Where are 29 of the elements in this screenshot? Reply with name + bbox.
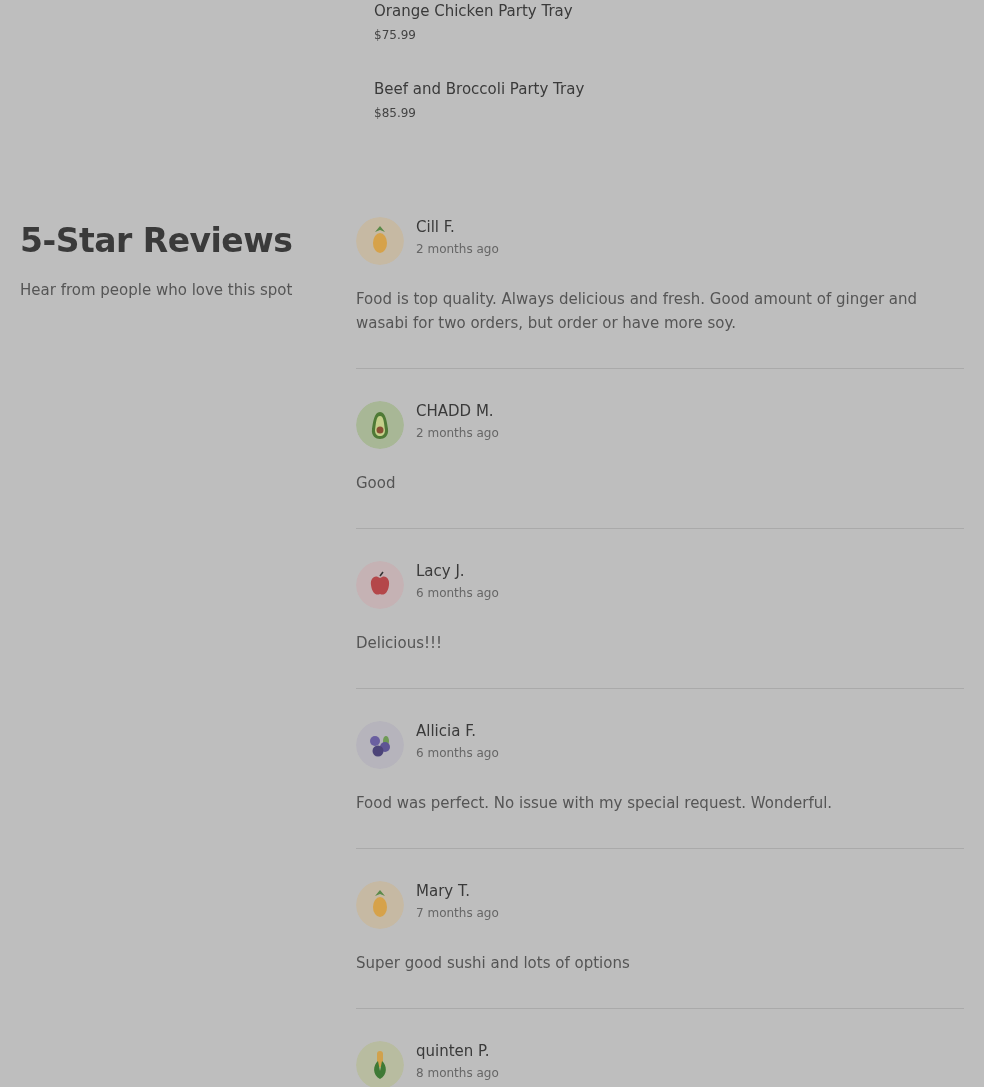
review-text: Delicious!!! xyxy=(356,633,444,654)
menu-item-name[interactable]: Beef and Broccoli Party Tray xyxy=(374,79,984,99)
reviewer-name: CHADD M. xyxy=(416,401,495,421)
blueberry-icon xyxy=(370,736,390,757)
avocado-icon xyxy=(371,412,389,439)
reviewer-name: Mary T. xyxy=(416,881,472,901)
reviewer-name: quinten P. xyxy=(416,1041,491,1061)
review-text: Food is top quality. Always delicious and fresh. Good amount of ginger and wasabi for two orders, but order or have more soy. xyxy=(356,289,919,334)
section-subtitle: Hear from people who love this spot xyxy=(20,281,294,299)
review-date: 8 months ago xyxy=(416,1066,499,1080)
review-date: 2 months ago xyxy=(416,426,499,440)
review-text: Good xyxy=(356,473,397,494)
pineapple-icon xyxy=(373,226,387,253)
review-date: 2 months ago xyxy=(416,242,499,256)
review-text: Food was perfect. No issue with my special request. Wonderful. xyxy=(356,793,834,814)
review-date: 7 months ago xyxy=(416,906,499,920)
menu-item-price: $85.99 xyxy=(374,105,417,121)
corn-icon xyxy=(374,1051,386,1079)
reviewer-name: Allicia F. xyxy=(416,721,478,741)
reviewer-name: Cill F. xyxy=(416,217,456,237)
menu-item-price: $75.99 xyxy=(374,27,417,43)
review-date: 6 months ago xyxy=(416,746,499,760)
reviewer-name: Lacy J. xyxy=(416,561,466,581)
review-text: Super good sushi and lots of options xyxy=(356,953,631,974)
apple-icon xyxy=(370,571,390,595)
review-date: 6 months ago xyxy=(416,586,499,600)
menu-item-name[interactable]: Orange Chicken Party Tray xyxy=(374,1,984,21)
pineapple-icon xyxy=(373,890,387,917)
section-title: 5-Star Reviews xyxy=(20,220,294,261)
